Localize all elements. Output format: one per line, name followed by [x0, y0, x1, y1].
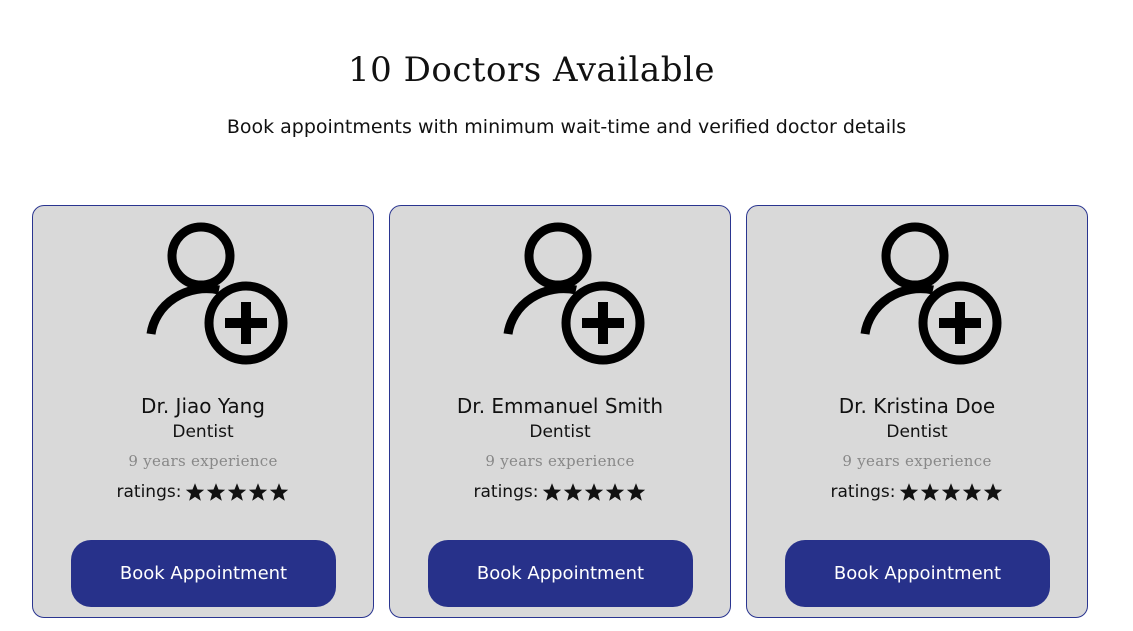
user-plus-icon [146, 222, 288, 365]
star-icon [186, 483, 205, 501]
doctor-specialty: Dentist [886, 422, 948, 442]
doctor-specialty: Dentist [172, 422, 234, 442]
doctor-card: Dr. Kristina Doe Dentist 9 years experie… [746, 205, 1088, 618]
star-icon [921, 483, 940, 501]
doctor-name: Dr. Kristina Doe [838, 394, 996, 418]
user-plus-icon [860, 222, 1002, 365]
user-plus-icon [503, 222, 645, 365]
star-icon [585, 483, 604, 501]
star-rating [899, 482, 1003, 502]
star-icon [963, 483, 982, 501]
ratings-row: ratings: [390, 482, 730, 502]
doctor-name: Dr. Emmanuel Smith [456, 394, 664, 418]
doctor-specialty: Dentist [529, 422, 591, 442]
star-icon [207, 483, 226, 501]
star-rating [542, 482, 646, 502]
star-icon [627, 483, 646, 501]
doctor-card: Dr. Emmanuel Smith Dentist 9 years exper… [389, 205, 731, 618]
doctor-experience: 9 years experience [128, 452, 278, 470]
ratings-row: ratings: [33, 482, 373, 502]
star-icon [984, 483, 1003, 501]
book-appointment-button[interactable]: Book Appointment [428, 540, 693, 607]
star-icon [564, 483, 583, 501]
star-rating [185, 482, 289, 502]
ratings-row: ratings: [747, 482, 1087, 502]
star-icon [228, 483, 247, 501]
doctor-experience: 9 years experience [485, 452, 635, 470]
doctor-experience: 9 years experience [842, 452, 992, 470]
ratings-label: ratings: [116, 482, 182, 502]
ratings-label: ratings: [830, 482, 896, 502]
doctor-card: Dr. Jiao Yang Dentist 9 years experience… [32, 205, 374, 618]
star-icon [249, 483, 268, 501]
page-subtitle: Book appointments with minimum wait-time… [226, 116, 907, 138]
ratings-label: ratings: [473, 482, 539, 502]
star-icon [270, 483, 289, 501]
star-icon [942, 483, 961, 501]
doctor-name: Dr. Jiao Yang [141, 394, 265, 418]
star-icon [543, 483, 562, 501]
book-appointment-button[interactable]: Book Appointment [71, 540, 336, 607]
book-appointment-button[interactable]: Book Appointment [785, 540, 1050, 607]
doctor-cards: Dr. Jiao Yang Dentist 9 years experience… [32, 205, 1088, 618]
page-title: 10 Doctors Available [348, 50, 715, 90]
star-icon [900, 483, 919, 501]
star-icon [606, 483, 625, 501]
